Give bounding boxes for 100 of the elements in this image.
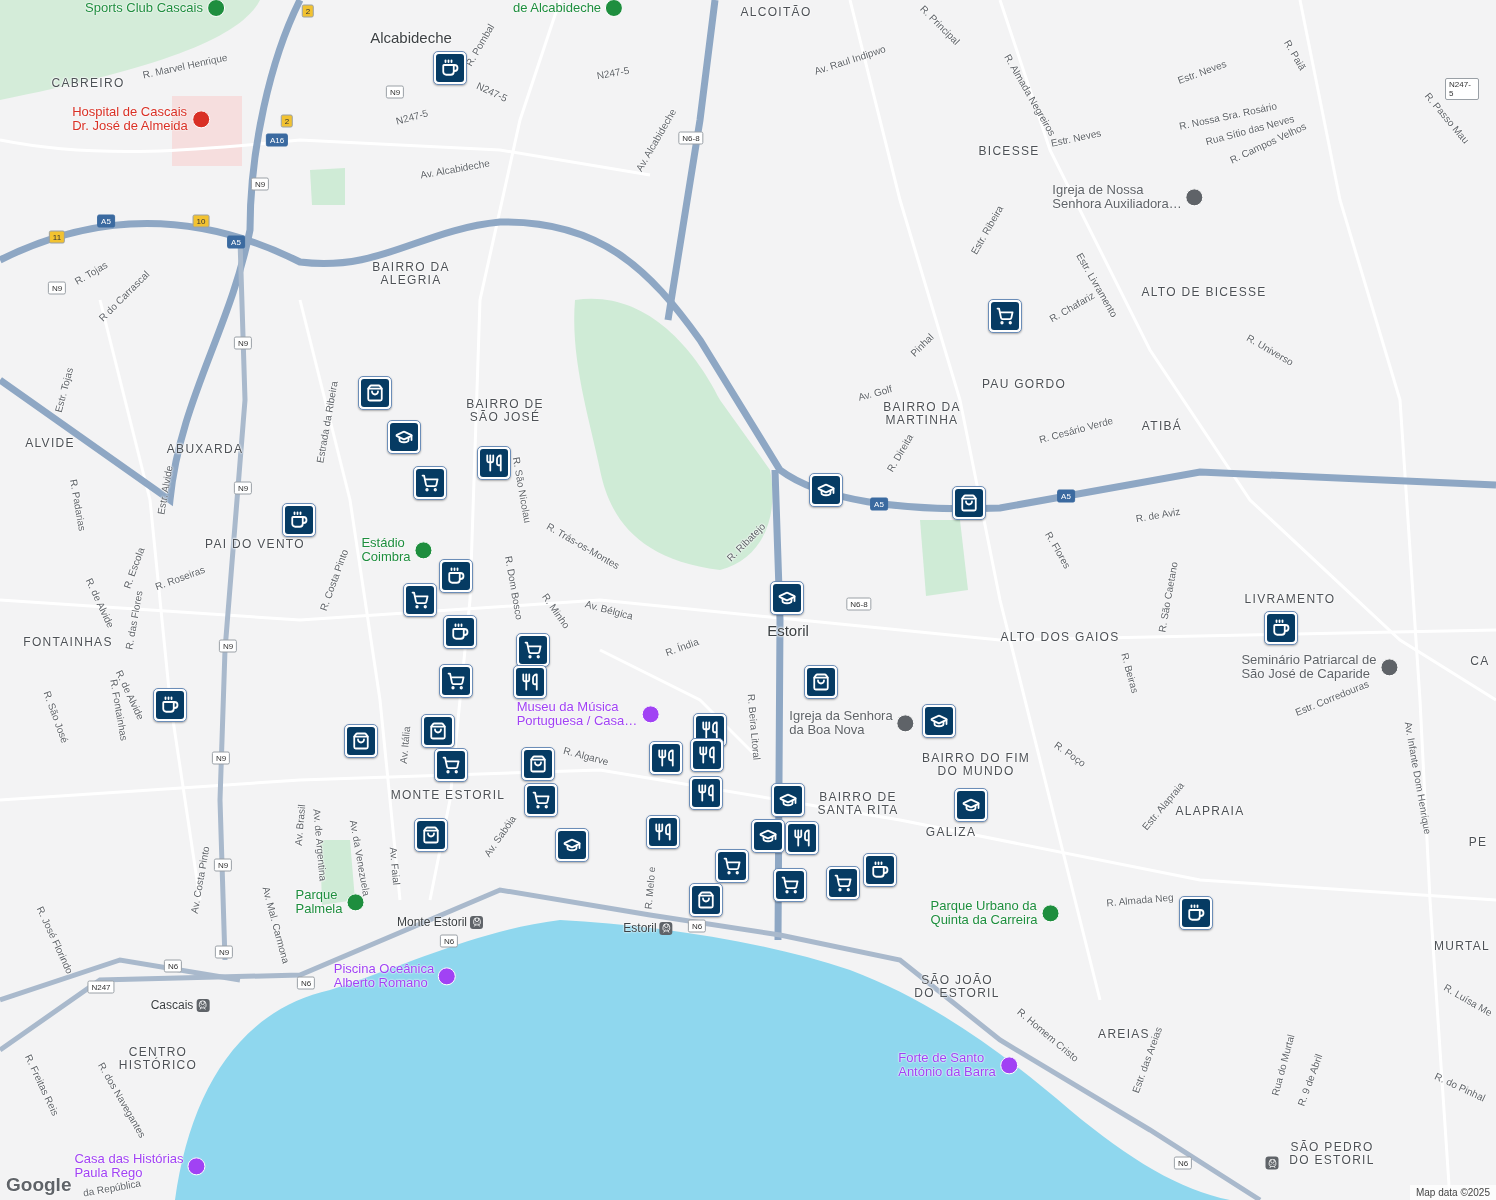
restaurant-marker[interactable] (689, 776, 723, 810)
shopping-bag-icon (429, 722, 447, 740)
route-shield: N6-8 (846, 597, 872, 611)
route-shield: 2 (280, 114, 294, 128)
place-label[interactable]: Seminário Patriarcal de São José de Caparide (1241, 653, 1377, 681)
shopping-cart-icon (532, 791, 550, 809)
shop-marker[interactable] (521, 747, 555, 781)
street-label: Av. Golf (856, 383, 894, 403)
restaurant-marker[interactable] (646, 815, 680, 849)
cafe-marker[interactable] (443, 615, 477, 649)
neighborhood-label: ALTO DE BICESSE (1141, 286, 1267, 300)
graduation-cap-icon (395, 428, 413, 446)
shopping-cart-icon (781, 876, 799, 894)
place-label[interactable]: Sports Club Cascais (85, 1, 203, 15)
shop-marker[interactable] (689, 883, 723, 917)
cafe-marker[interactable] (433, 51, 467, 85)
grocery-marker[interactable] (434, 748, 468, 782)
school-marker[interactable] (809, 473, 843, 507)
restaurant-marker[interactable] (513, 665, 547, 699)
place-label[interactable]: de Alcabideche (512, 1, 602, 15)
station-label[interactable]: Cascais (150, 998, 194, 1012)
route-shield: 2 (301, 4, 315, 18)
street-label: R. de Aviz (1134, 505, 1182, 525)
shop-marker[interactable] (414, 818, 448, 852)
neighborhood-label: ALTO DOS GAIOS (1000, 631, 1120, 645)
route-shield: N6 (296, 976, 316, 990)
place-label[interactable]: Igreja de Nossa Senhora Auxiliadora… (1052, 183, 1182, 211)
cafe-marker[interactable] (1264, 611, 1298, 645)
route-shield: 10 (192, 214, 210, 228)
town-label: Alcabideche (370, 29, 452, 47)
street-label: R. das Flores (123, 589, 145, 651)
neighborhood-label: BAIRRO DE SANTA RITA (817, 790, 899, 818)
coffee-cup-icon (290, 511, 308, 529)
restaurant-marker[interactable] (477, 446, 511, 480)
neighborhood-label: MURTAL (1434, 940, 1490, 954)
neighborhood-label: PE (1468, 836, 1488, 850)
grocery-marker[interactable] (826, 866, 860, 900)
neighborhood-label: ATIBÁ (1141, 420, 1183, 434)
neighborhood-label: BAIRRO DE SÃO JOSÉ (466, 397, 544, 425)
map-attribution: Map data ©2025 (1409, 1185, 1496, 1200)
train-icon[interactable] (1265, 1156, 1279, 1170)
route-shield: N6 (163, 959, 183, 973)
cafe-marker[interactable] (153, 688, 187, 722)
street-label: R. Freitas Reis (23, 1052, 61, 1118)
place-label[interactable]: Hospital de Cascais Dr. José de Almeida (72, 105, 188, 133)
grocery-marker[interactable] (773, 868, 807, 902)
train-icon[interactable] (470, 915, 483, 929)
grocery-marker[interactable] (413, 466, 447, 500)
school-marker[interactable] (771, 783, 805, 817)
shopping-cart-icon (996, 307, 1014, 325)
street-label: Av. Alcabideche (419, 157, 491, 181)
cafe-marker[interactable] (439, 559, 473, 593)
cafe-marker[interactable] (863, 853, 897, 887)
restaurant-marker[interactable] (649, 741, 683, 775)
place-label[interactable]: Parque Urbano da Quinta da Carreira (930, 899, 1038, 927)
place-label[interactable]: Estádio Coimbra (361, 536, 411, 564)
shop-marker[interactable] (952, 486, 986, 520)
route-shield: N9 (214, 945, 234, 959)
grocery-marker[interactable] (403, 583, 437, 617)
train-icon[interactable] (659, 921, 673, 935)
shopping-cart-icon (411, 591, 429, 609)
shopping-cart-icon (447, 672, 465, 690)
route-shield: N9 (233, 481, 253, 495)
restaurant-marker[interactable] (690, 738, 724, 772)
fork-knife-icon (654, 823, 672, 841)
place-label[interactable]: Igreja da Senhora da Boa Nova (789, 709, 893, 737)
train-icon[interactable] (196, 998, 210, 1012)
school-marker[interactable] (387, 420, 421, 454)
grocery-marker[interactable] (715, 849, 749, 883)
school-marker[interactable] (770, 581, 804, 615)
grocery-marker[interactable] (988, 299, 1022, 333)
street-label: R. Algarve (562, 744, 610, 768)
shop-marker[interactable] (421, 714, 455, 748)
street-label: Rua do Murtal (1269, 1033, 1297, 1097)
grocery-marker[interactable] (439, 664, 473, 698)
grocery-marker[interactable] (524, 783, 558, 817)
school-marker[interactable] (922, 704, 956, 738)
route-shield: N9 (47, 281, 67, 295)
station-label[interactable]: Monte Estoril (397, 915, 467, 929)
cafe-marker[interactable] (1179, 896, 1213, 930)
fork-knife-icon (521, 673, 539, 691)
place-label[interactable]: Forte de Santo António da Barra (898, 1051, 996, 1079)
school-marker[interactable] (954, 788, 988, 822)
place-label[interactable]: Parque Palmela (295, 888, 343, 916)
place-label[interactable]: Casa das Histórias Paula Rego (74, 1152, 184, 1180)
street-label: Estr. Neves (1176, 58, 1228, 86)
place-label[interactable]: Museu da Música Portuguesa / Casa… (516, 700, 638, 728)
cafe-marker[interactable] (282, 503, 316, 537)
street-label: Estr. Tojas (52, 366, 76, 414)
coffee-cup-icon (1187, 904, 1205, 922)
shop-marker[interactable] (358, 376, 392, 410)
fork-knife-icon (701, 721, 719, 739)
shop-marker[interactable] (344, 724, 378, 758)
shop-marker[interactable] (804, 665, 838, 699)
school-marker[interactable] (751, 819, 785, 853)
grocery-marker[interactable] (516, 633, 550, 667)
restaurant-marker[interactable] (785, 821, 819, 855)
route-shield: A5 (870, 497, 888, 511)
street-label: R. Marvel Henrique (141, 51, 229, 81)
school-marker[interactable] (555, 828, 589, 862)
